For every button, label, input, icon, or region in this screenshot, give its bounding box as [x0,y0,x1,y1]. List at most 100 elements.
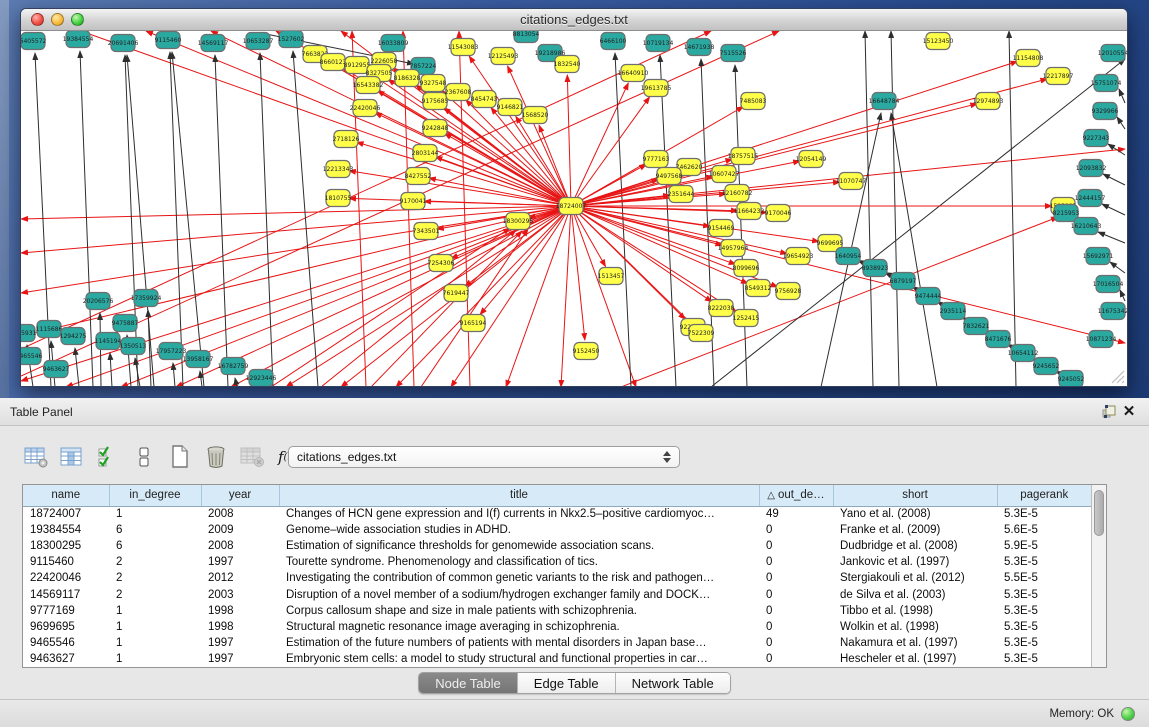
column-header-title[interactable]: title [279,485,759,506]
graph-node[interactable]: 16543382 [353,77,384,94]
graph-node[interactable]: 16782759 [218,358,249,375]
graph-node[interactable]: 2367608 [445,84,472,101]
graph-node[interactable]: 1513457 [598,268,625,285]
graph-node[interactable]: 9242848 [422,120,449,137]
table-row[interactable]: 946554611997Estimation of the future num… [23,635,1091,651]
graph-node[interactable]: 9497568 [656,168,683,185]
graph-node[interactable]: 9474444 [915,288,942,305]
graph-node[interactable]: 9115460 [155,32,182,49]
graph-node[interactable]: 11675342 [1098,303,1127,320]
table-row[interactable]: 977716911998Corpus callosum shape and si… [23,603,1091,619]
graph-node[interactable]: 8813054 [513,31,540,43]
graph-node[interactable]: 2935114 [940,303,967,320]
graph-node[interactable]: 9245652 [1033,358,1060,375]
graph-node[interactable]: 8186328 [394,70,421,87]
graph-node[interactable]: 6879197 [890,273,917,290]
graph-node[interactable]: 9152450 [573,343,600,360]
graph-node[interactable]: 1252415 [733,310,760,327]
graph-node[interactable]: 9245052 [1058,371,1085,387]
column-header-pagerank[interactable]: pagerank [997,485,1091,506]
graph-node[interactable]: 12974893 [973,93,1004,110]
graph-node[interactable]: 8454743 [471,91,498,108]
graph-node[interactable]: 8549312 [745,280,772,297]
table-row[interactable]: 969969511998Structural magnetic resonanc… [23,619,1091,635]
graph-node[interactable]: 16210643 [1071,218,1102,235]
graph-node[interactable]: 10654112 [1008,345,1039,362]
resize-grip[interactable] [1111,370,1125,384]
graph-node[interactable]: 19613785 [641,80,672,97]
graph-node[interactable]: 10653287 [243,33,274,50]
graph-node[interactable]: 1832540 [554,56,581,73]
float-panel-icon[interactable] [1099,402,1119,422]
graph-node[interactable]: 12217897 [1043,68,1074,85]
graph-node[interactable]: 6405572 [21,33,47,50]
graph-node[interactable]: 9465546 [21,348,43,365]
graph-node[interactable]: 12160782 [722,185,753,202]
graph-node[interactable]: 12444157 [1075,190,1106,207]
graph-node[interactable]: 12054149 [796,151,827,168]
graph-node[interactable]: 7343501 [413,223,440,240]
graph-node[interactable]: 14671938 [684,39,715,56]
graph-node[interactable]: 12213343 [323,161,354,178]
column-header-short[interactable]: short [833,485,997,506]
graph-node[interactable]: 20691406 [108,35,139,52]
graph-node[interactable]: 8099696 [733,260,760,277]
close-panel-button[interactable]: ✕ [1119,402,1139,422]
graph-node[interactable]: 6466100 [600,33,627,50]
graph-node[interactable]: 10871234 [1086,331,1117,348]
graph-node[interactable]: 18757515 [728,148,759,165]
new-table-button[interactable] [166,444,193,471]
graph-node[interactable]: 7254306 [428,255,455,272]
graph-node[interactable]: 9146821 [497,99,524,116]
graph-node[interactable]: 12010554 [1098,45,1127,62]
graph-node[interactable]: 9329966 [1092,103,1119,120]
graph-node[interactable]: 12125493 [488,48,519,65]
graph-node[interactable]: 7619447 [443,285,470,302]
graph-node[interactable]: 19384554 [63,31,94,48]
graph-node[interactable]: 1810755 [325,190,352,207]
graph-node[interactable]: 19654923 [783,248,814,265]
minimize-window-button[interactable] [51,13,64,26]
graph-node[interactable]: 9165194 [460,315,487,332]
graph-node[interactable]: 8427552 [405,168,432,185]
table-row[interactable]: 2242004622012Investigating the contribut… [23,570,1091,586]
graph-node[interactable]: 2803144 [412,145,439,162]
close-window-button[interactable] [31,13,44,26]
graph-node[interactable]: 16033809 [378,35,409,52]
graph-node[interactable]: 12093832 [1076,160,1107,177]
tab-network-table[interactable]: Network Table [616,673,730,693]
graph-node[interactable]: 1115686 [36,321,63,338]
graph-node[interactable]: 20206576 [83,293,114,310]
column-header-year[interactable]: year [201,485,279,506]
graph-node[interactable]: 18724007 [556,198,587,215]
graph-node[interactable]: 9756928 [775,283,802,300]
graph-node[interactable]: 15123450 [923,33,954,50]
graph-node[interactable]: 14957964 [718,240,749,257]
graph-node[interactable]: 13958167 [183,351,214,368]
graph-node[interactable]: 9475887 [112,315,139,332]
graph-node[interactable]: 16648784 [869,93,900,110]
graph-node[interactable]: 9154469 [708,220,735,237]
graph-node[interactable]: 7515526 [720,45,747,62]
table-select-dropdown[interactable]: citations_edges.txt [288,446,680,468]
network-canvas[interactable]: 1872400718300295640557219384554206914069… [21,31,1127,386]
column-visibility-button[interactable] [94,444,121,471]
graph-node[interactable]: 9170046 [765,205,792,222]
table-row[interactable]: 911546021997Tourette syndrome. Phenomeno… [23,554,1091,570]
graph-node[interactable]: 12923446 [246,370,277,387]
row-height-button[interactable] [130,444,157,471]
graph-node[interactable]: 9777163 [643,151,670,168]
scrollbar-thumb[interactable] [1094,490,1104,536]
delete-trash-button[interactable] [202,444,229,471]
graph-node[interactable]: 11070747 [836,173,867,190]
graph-node[interactable]: 11664232 [734,203,765,220]
graph-node[interactable]: 2718126 [333,131,360,148]
graph-node[interactable]: 7522309 [688,325,715,342]
table-row[interactable]: 1938455462009Genome–wide association stu… [23,522,1091,538]
tab-node-table[interactable]: Node Table [419,673,518,693]
zoom-window-button[interactable] [71,13,84,26]
table-scrollbar[interactable] [1091,485,1106,667]
column-header-out_de[interactable]: △out_de… [759,485,833,506]
show-columns-button[interactable] [58,444,85,471]
graph-node[interactable]: 1350513 [120,338,147,355]
